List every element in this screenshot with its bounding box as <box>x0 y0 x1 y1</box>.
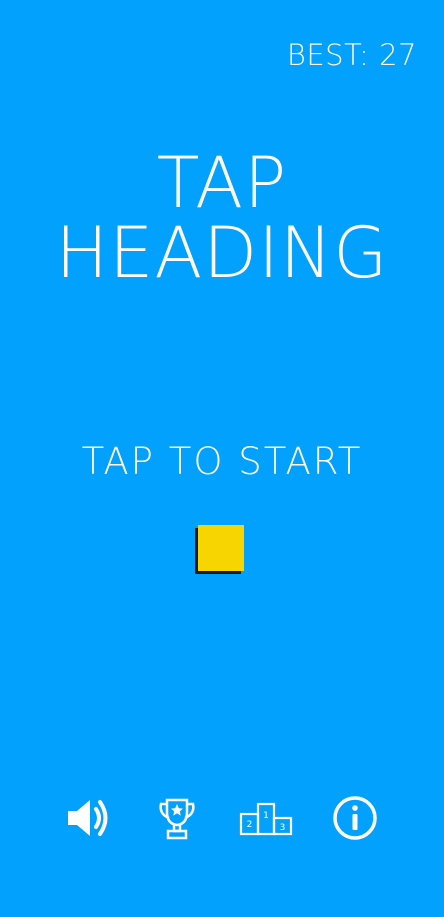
podium-icon: 1 2 3 <box>239 802 293 836</box>
speaker-icon <box>68 800 108 836</box>
leaderboard-button[interactable]: 1 2 3 <box>238 790 294 846</box>
title-line-2: HEADING <box>55 212 389 294</box>
bottom-toolbar: 1 2 3 <box>0 790 444 846</box>
podium-rank-1: 1 <box>263 811 269 821</box>
title-line-1: TAP <box>156 142 288 224</box>
trophy-button[interactable] <box>149 790 205 846</box>
podium-rank-3: 3 <box>280 823 286 833</box>
player-square <box>198 525 244 571</box>
best-score: BEST: 27 <box>286 38 417 72</box>
info-icon <box>333 796 377 840</box>
info-button[interactable] <box>327 790 383 846</box>
sound-button[interactable] <box>60 790 116 846</box>
game-screen[interactable]: BEST: 27 TAP HEADING TAP TO START 1 2 3 <box>0 0 444 917</box>
tap-to-start-label[interactable]: TAP TO START <box>0 440 444 483</box>
podium-rank-2: 2 <box>247 820 253 830</box>
trophy-icon <box>159 798 195 840</box>
